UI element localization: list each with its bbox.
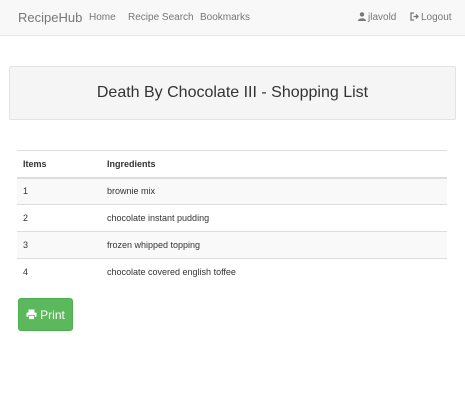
table-row: 2 chocolate instant pudding: [17, 204, 447, 232]
logout-label: Logout: [421, 12, 452, 23]
ingredient-name: chocolate instant pudding: [107, 213, 210, 223]
item-number: 2: [23, 213, 29, 223]
brand-logo[interactable]: RecipeHub: [18, 10, 82, 25]
table-header-row: Items Ingredients: [17, 150, 447, 178]
column-header-ingredients: Ingredients: [107, 158, 156, 169]
table-row: 4 chocolate covered english toffee: [17, 258, 447, 286]
user-menu-link[interactable]: jlavold: [358, 12, 396, 24]
page-title: Death By Chocolate III - Shopping List: [96, 84, 369, 101]
logout-icon: [410, 12, 419, 24]
print-icon: [26, 309, 37, 320]
logout-link[interactable]: Logout: [410, 12, 452, 24]
print-label: Print: [40, 307, 65, 322]
item-number: 4: [23, 267, 29, 278]
item-number: 3: [23, 240, 29, 250]
shopping-list-table: Items Ingredients 1 brownie mix 2 chocol…: [17, 150, 447, 286]
username-label: jlavold: [368, 12, 397, 23]
item-number: 1: [23, 186, 29, 197]
nav-home-link[interactable]: Home: [89, 12, 116, 23]
user-icon: [358, 12, 366, 24]
table-row: 1 brownie mix: [17, 177, 447, 205]
ingredient-name: chocolate covered english toffee: [107, 267, 236, 278]
title-panel: Death By Chocolate III - Shopping List: [9, 66, 456, 120]
ingredient-name: frozen whipped topping: [107, 240, 201, 250]
nav-recipe-search-link[interactable]: Recipe Search: [128, 12, 194, 23]
navbar: RecipeHub Home Recipe Search Bookmarks j…: [0, 0, 465, 36]
nav-bookmarks-link[interactable]: Bookmarks: [200, 12, 250, 23]
column-header-items: Items: [23, 158, 47, 169]
table-row: 3 frozen whipped topping: [17, 231, 447, 259]
print-button[interactable]: Print: [18, 298, 73, 331]
ingredient-name: brownie mix: [107, 186, 156, 197]
